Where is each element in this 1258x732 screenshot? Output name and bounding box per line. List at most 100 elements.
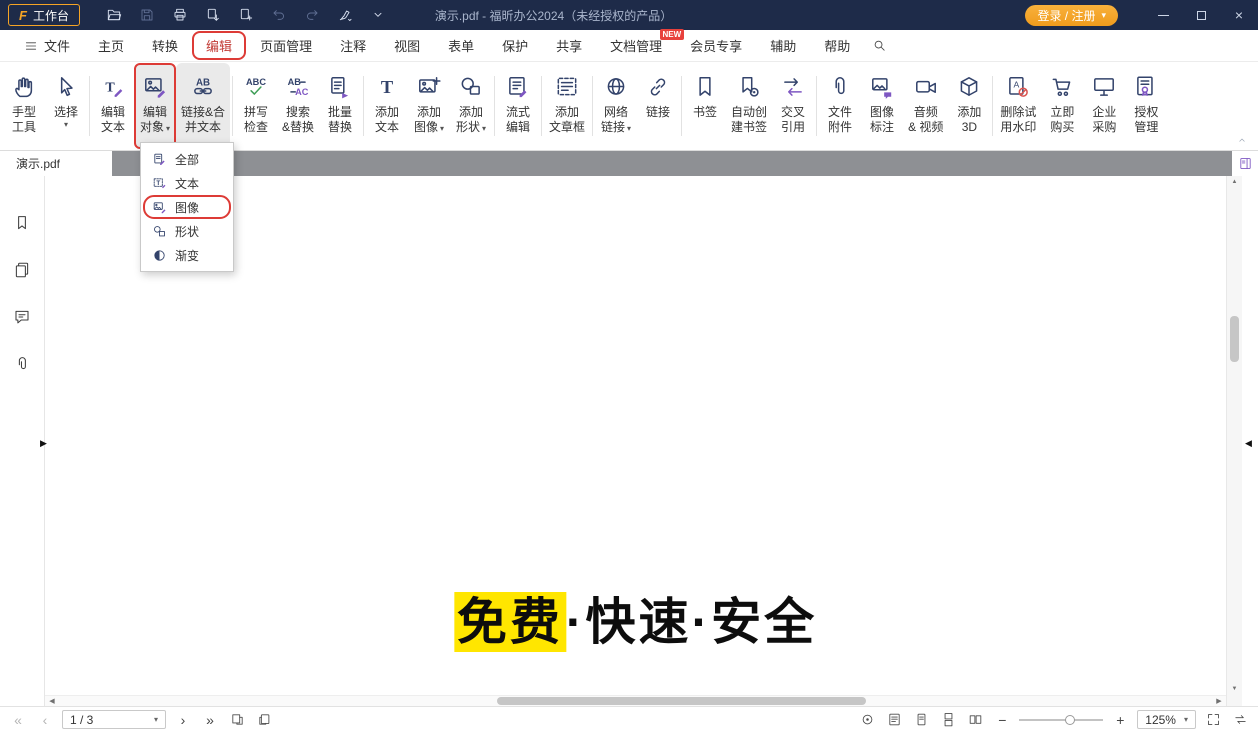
snapshot-button[interactable]	[227, 710, 247, 730]
zoom-level-select[interactable]: 125% ▾	[1137, 710, 1196, 729]
zoom-slider-knob[interactable]	[1065, 715, 1075, 725]
page-number-select[interactable]: 1 / 3 ▾	[62, 710, 166, 729]
zoom-out-button[interactable]: −	[992, 710, 1012, 730]
page-thumbnails-panel-button[interactable]	[10, 259, 34, 281]
ribbon-button-link[interactable]: 链接	[637, 63, 679, 149]
attachments-panel-button[interactable]	[10, 353, 34, 375]
search-icon[interactable]	[872, 38, 887, 53]
scroll-right-arrow-icon[interactable]: ▶	[1212, 697, 1226, 705]
ribbon-button-edit-object[interactable]: 编辑对象▾	[134, 63, 176, 149]
menu-tab-edit[interactable]: 编辑	[192, 31, 246, 60]
dropdown-item-shape[interactable]: 形状	[143, 219, 231, 243]
redo-button[interactable]	[300, 4, 324, 26]
bookmarks-panel-button[interactable]	[10, 212, 34, 234]
single-page-view-button[interactable]	[911, 710, 931, 730]
ribbon-button-file-attachment[interactable]: 文件附件	[819, 63, 861, 149]
menu-tab-share[interactable]: 共享	[542, 31, 596, 60]
menu-tab-view[interactable]: 视图	[380, 31, 434, 60]
sidebar-expand-handle[interactable]: ▶	[40, 438, 47, 449]
horizontal-scroll-thumb[interactable]	[497, 697, 866, 705]
ribbon-separator	[541, 76, 542, 136]
maximize-button[interactable]	[1182, 0, 1220, 30]
ribbon-button-add-3d[interactable]: 添加3D	[948, 63, 990, 149]
ribbon-button-hand-tool[interactable]: 手型工具	[3, 63, 45, 149]
dropdown-item-gradient[interactable]: 渐变	[143, 243, 231, 267]
ribbon-button-flow-edit[interactable]: 流式编辑	[497, 63, 539, 149]
zoom-in-button[interactable]: +	[1110, 710, 1130, 730]
ribbon-button-buy-now[interactable]: 立即购买	[1041, 63, 1083, 149]
menu-tab-accessibility[interactable]: 辅助	[756, 31, 810, 60]
menu-tab-form[interactable]: 表单	[434, 31, 488, 60]
scroll-left-arrow-icon[interactable]: ◀	[45, 697, 59, 705]
ribbon-button-web-link[interactable]: 网络链接▾	[595, 63, 637, 149]
ribbon-button-enterprise-purchase[interactable]: 企业采购	[1083, 63, 1125, 149]
copy-page-button[interactable]	[254, 710, 274, 730]
last-page-button[interactable]: »	[200, 710, 220, 730]
workspace-button[interactable]: F 工作台	[8, 4, 80, 26]
menu-tab-home[interactable]: 主页	[84, 31, 138, 60]
facing-pages-view-button[interactable]	[965, 710, 985, 730]
dropdown-item-text[interactable]: T文本	[143, 171, 231, 195]
tab-demo-pdf[interactable]: 演示.pdf	[0, 151, 112, 176]
scroll-up-arrow-icon[interactable]: ▲	[1227, 179, 1242, 185]
close-button[interactable]: ×	[1220, 0, 1258, 30]
dropdown-item-all[interactable]: 全部	[143, 147, 231, 171]
chevron-down-icon: ▾	[1101, 10, 1106, 21]
fit-screen-button[interactable]	[1203, 710, 1223, 730]
ribbon-button-auto-create-bookmark[interactable]: 自动创建书签	[726, 63, 772, 149]
ribbon-button-select[interactable]: 选择▾	[45, 63, 87, 149]
undo-button[interactable]	[267, 4, 291, 26]
previous-page-button[interactable]: ‹	[35, 710, 55, 730]
open-file-button[interactable]	[102, 4, 126, 26]
ribbon-button-spell-check[interactable]: ABC拼写检查	[235, 63, 277, 149]
dropdown-item-image[interactable]: 图像	[143, 195, 231, 219]
menu-tab-convert[interactable]: 转换	[138, 31, 192, 60]
vertical-scroll-thumb[interactable]	[1230, 316, 1239, 362]
first-page-button[interactable]: «	[8, 710, 28, 730]
menu-tab-protect[interactable]: 保护	[488, 31, 542, 60]
ribbon-button-add-text[interactable]: T添加文本	[366, 63, 408, 149]
next-page-button[interactable]: ›	[173, 710, 193, 730]
ribbon-button-edit-text[interactable]: T编辑文本	[92, 63, 134, 149]
comments-panel-button[interactable]	[10, 306, 34, 328]
menu-tab-comment[interactable]: 注释	[326, 31, 380, 60]
menu-tab-member-exclusive[interactable]: 会员专享	[676, 31, 756, 60]
login-register-button[interactable]: 登录 / 注册 ▾	[1025, 5, 1118, 26]
ribbon-button-image-annotation[interactable]: 图像标注	[861, 63, 903, 149]
menu-tab-document-management[interactable]: 文档管理NEW	[596, 31, 676, 60]
ribbon-button-batch-replace[interactable]: 批量替换	[319, 63, 361, 149]
zoom-slider[interactable]	[1019, 710, 1103, 730]
minimize-button[interactable]	[1144, 0, 1182, 30]
save-button[interactable]	[135, 4, 159, 26]
ribbon-button-add-image[interactable]: 添加图像▾	[408, 63, 450, 149]
collapse-ribbon-icon[interactable]	[1236, 134, 1248, 146]
ribbon-button-audio-video[interactable]: 音频& 视频	[903, 63, 948, 149]
ribbon-button-link-merge-text[interactable]: AB链接&合并文本	[176, 63, 230, 149]
ribbon-button-remove-trial-watermark[interactable]: A删除试用水印	[995, 63, 1041, 149]
switch-view-button[interactable]	[1230, 710, 1250, 730]
horizontal-scroll-track[interactable]	[59, 696, 1212, 706]
vertical-scrollbar[interactable]: ▲ ▼	[1226, 176, 1242, 706]
menu-tab-file[interactable]: 文件	[10, 31, 84, 60]
menu-tab-page-management[interactable]: 页面管理	[246, 31, 326, 60]
text-viewer-button[interactable]	[884, 710, 904, 730]
scroll-down-arrow-icon[interactable]: ▼	[1227, 686, 1242, 692]
ribbon-button-bookmark[interactable]: 书签	[684, 63, 726, 149]
ribbon-button-license-management[interactable]: 授权管理	[1125, 63, 1167, 149]
ribbon-button-cross-reference[interactable]: 交叉引用	[772, 63, 814, 149]
signature-tool-button[interactable]	[333, 4, 357, 26]
horizontal-scrollbar[interactable]: ◀ ▶	[45, 695, 1226, 706]
ribbon-button-search-replace[interactable]: ABAC搜索&替换	[277, 63, 319, 149]
right-panel-toggle-button[interactable]	[1232, 151, 1258, 176]
ribbon-button-add-shape[interactable]: 添加形状▾	[450, 63, 492, 149]
print-button[interactable]	[168, 4, 192, 26]
menu-tab-label: 编辑	[206, 36, 232, 55]
right-panel-expand-handle[interactable]: ◀	[1245, 438, 1252, 449]
ribbon-button-add-article-box[interactable]: 添加文章框	[544, 63, 590, 149]
export-pdf-button[interactable]	[201, 4, 225, 26]
view-mode-button[interactable]	[857, 710, 877, 730]
continuous-view-button[interactable]	[938, 710, 958, 730]
toolbar-more-button[interactable]	[366, 4, 390, 26]
create-pdf-button[interactable]	[234, 4, 258, 26]
menu-tab-help[interactable]: 帮助	[810, 31, 864, 60]
